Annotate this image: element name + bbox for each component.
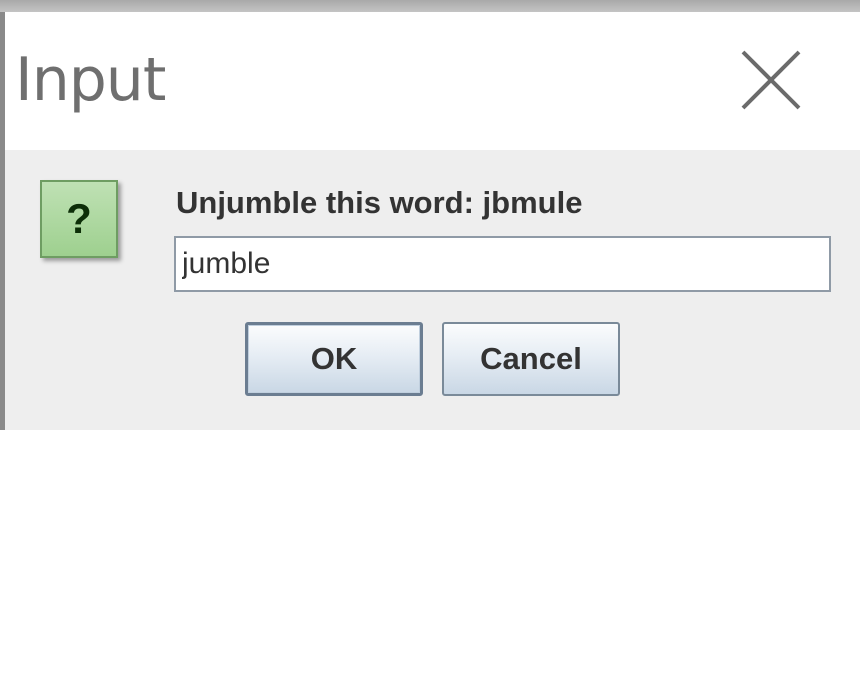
close-button[interactable] [727, 42, 813, 118]
window-title: Input [15, 45, 166, 115]
cancel-button[interactable]: Cancel [442, 322, 620, 396]
title-bar[interactable]: Input [5, 12, 860, 150]
answer-input[interactable] [174, 236, 831, 292]
window-top-border [0, 0, 860, 12]
dialog-content: ? Unjumble this word: jbmule OK Cancel [5, 150, 860, 430]
question-mark-glyph: ? [66, 195, 92, 242]
close-x-icon [741, 50, 801, 110]
ok-button[interactable]: OK [245, 322, 423, 396]
input-dialog: Input ? Unjumble this word: jbmule OK Ca… [0, 12, 860, 430]
prompt-message: Unjumble this word: jbmule [176, 185, 583, 220]
question-icon: ? [40, 180, 118, 258]
